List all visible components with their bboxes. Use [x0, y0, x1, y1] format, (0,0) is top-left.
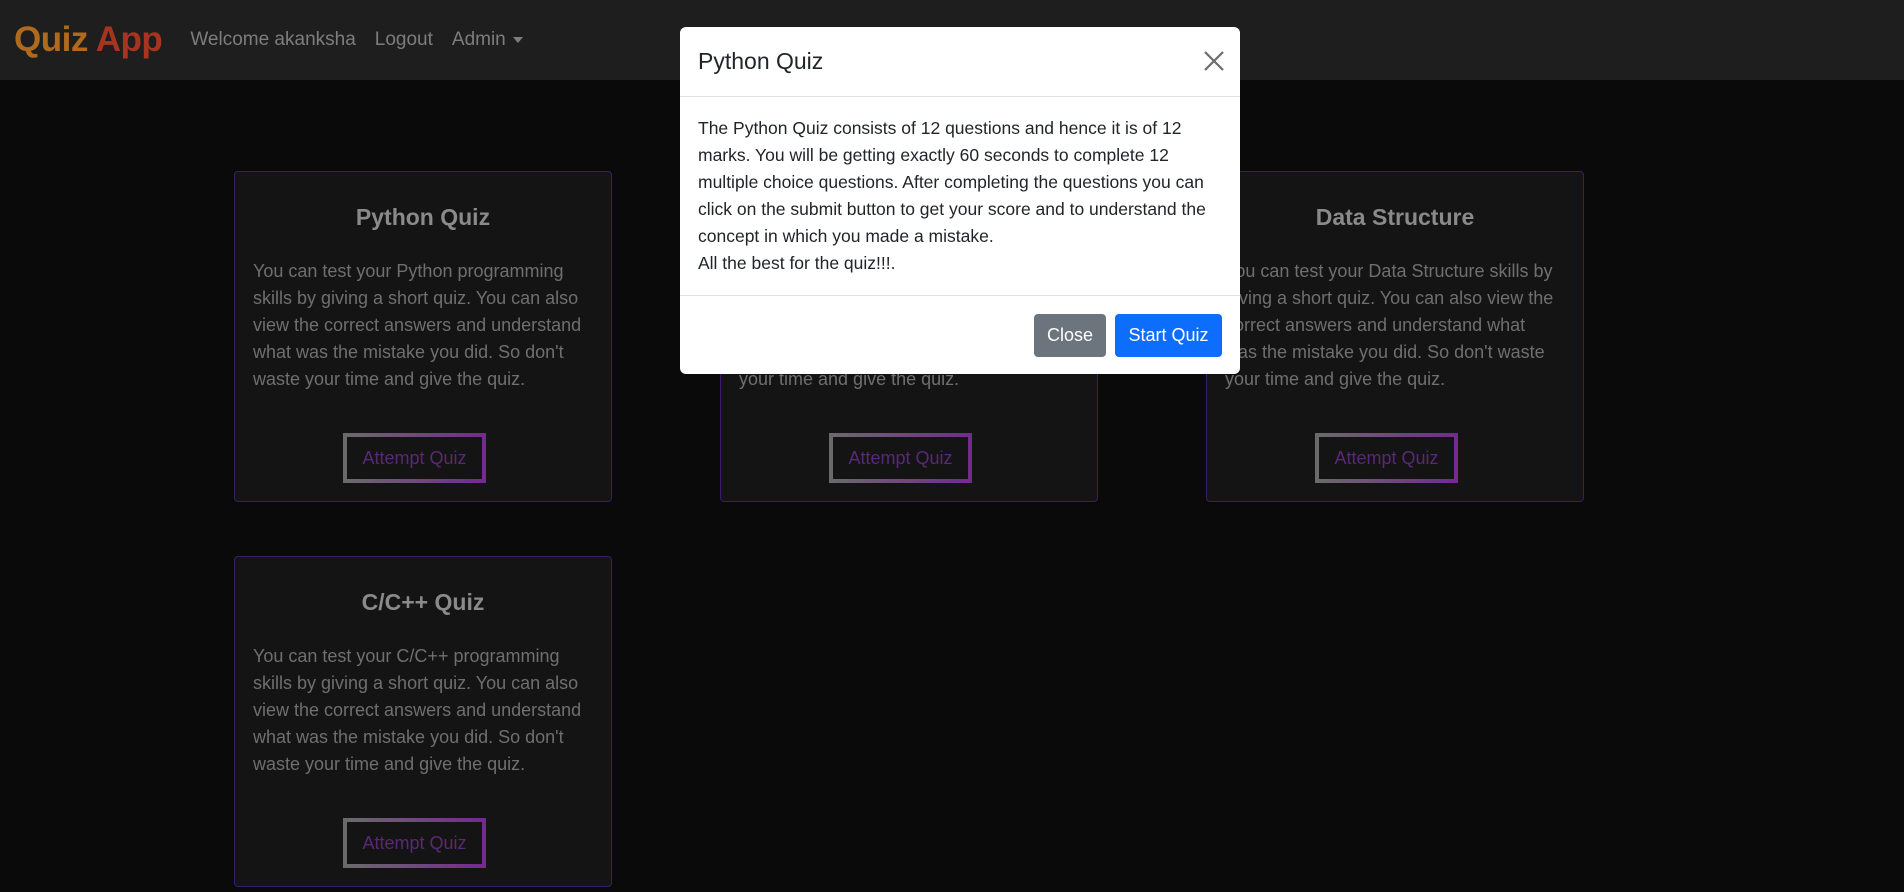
modal-description: The Python Quiz consists of 12 questions… [698, 118, 1206, 246]
modal-title: Python Quiz [698, 48, 824, 74]
quiz-info-modal: Python Quiz The Python Quiz consists of … [680, 27, 1240, 374]
modal-footer: Close Start Quiz [680, 295, 1240, 374]
modal-header: Python Quiz [680, 27, 1240, 97]
start-quiz-button[interactable]: Start Quiz [1115, 314, 1222, 357]
modal-body: The Python Quiz consists of 12 questions… [698, 115, 1228, 277]
close-icon[interactable] [1202, 49, 1226, 73]
modal-wish: All the best for the quiz!!!. [698, 253, 896, 273]
close-button[interactable]: Close [1034, 314, 1106, 357]
